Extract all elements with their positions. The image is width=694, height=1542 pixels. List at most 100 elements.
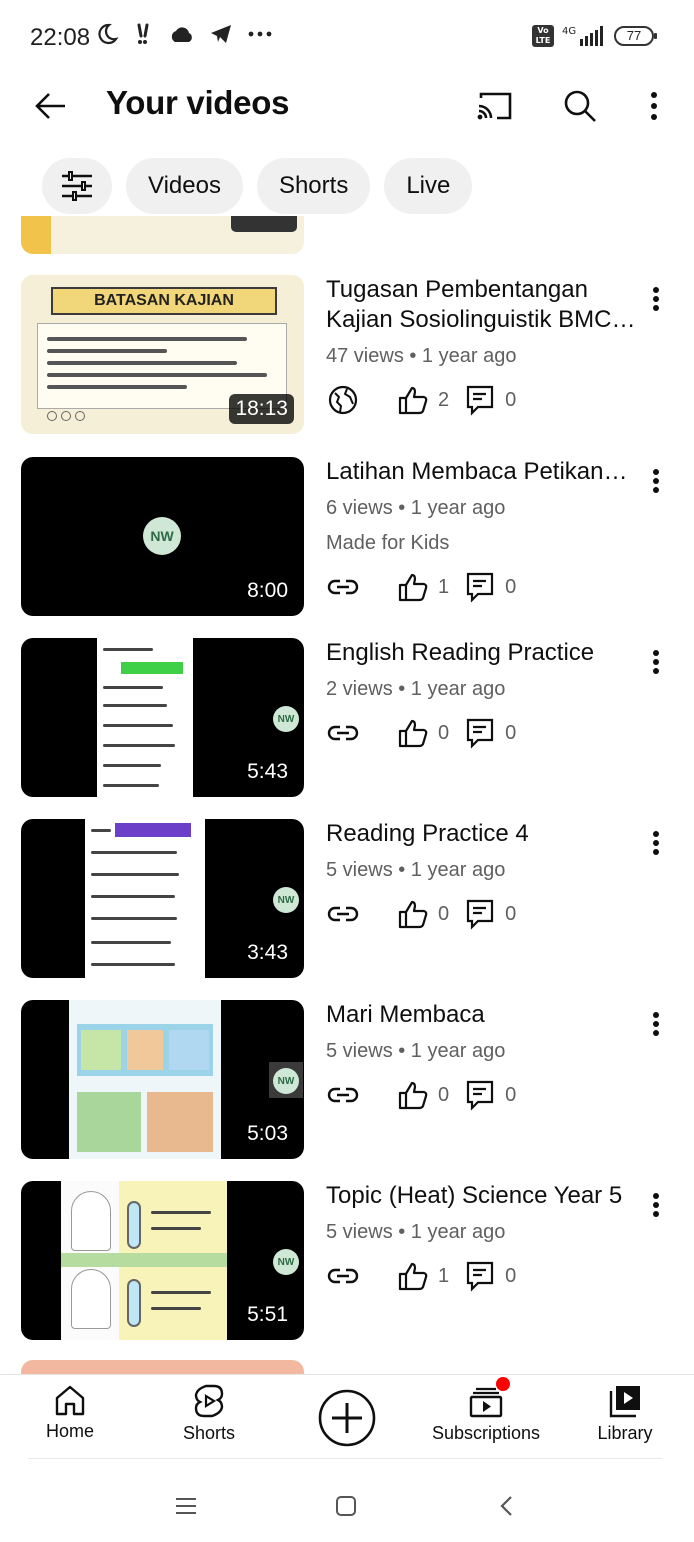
video-item[interactable]: NW 8:00 Latihan Membaca Petikan… 6 views… bbox=[0, 457, 694, 627]
video-item[interactable]: NW 5:43 English Reading Practice 2 views… bbox=[0, 638, 694, 798]
battery-icon: 77 bbox=[614, 26, 657, 46]
moon-icon bbox=[98, 23, 119, 45]
cast-icon bbox=[477, 92, 512, 120]
divider bbox=[28, 1458, 662, 1459]
comment-icon bbox=[463, 383, 497, 417]
video-duration: 5:43 bbox=[241, 757, 294, 787]
video-meta: 5 views • 1 year ago bbox=[326, 1221, 506, 1243]
telegram-icon bbox=[211, 25, 231, 43]
video-menu-button[interactable] bbox=[644, 279, 668, 319]
chip-videos[interactable]: Videos bbox=[126, 158, 243, 214]
filter-chips: Videos Shorts Live bbox=[42, 158, 473, 214]
nav-library[interactable]: Library bbox=[594, 1383, 656, 1444]
video-info: Latihan Membaca Petikan… 6 views • 1 yea… bbox=[326, 457, 646, 607]
video-title[interactable]: Reading Practice 4 bbox=[326, 819, 646, 849]
like-count: 2 bbox=[438, 388, 450, 411]
more-vert-icon bbox=[653, 469, 659, 493]
video-meta: 5 views • 1 year ago bbox=[326, 859, 506, 881]
made-for-kids-label: Made for Kids bbox=[326, 532, 450, 554]
video-item[interactable]: NW 5:51 Topic (Heat) Science Year 5 5 vi… bbox=[0, 1181, 694, 1341]
video-thumbnail[interactable]: NW 8:00 bbox=[21, 457, 304, 616]
video-item[interactable]: NW 5:03 Mari Membaca 5 views • 1 year ag… bbox=[0, 1000, 694, 1160]
chip-live[interactable]: Live bbox=[384, 158, 473, 214]
search-button[interactable] bbox=[556, 82, 604, 130]
more-options-button[interactable] bbox=[630, 82, 678, 130]
shorts-icon bbox=[194, 1384, 224, 1418]
comment-count: 0 bbox=[505, 1264, 517, 1287]
video-title[interactable]: Mari Membaca bbox=[326, 1000, 646, 1030]
nav-home[interactable]: Home bbox=[40, 1383, 100, 1442]
video-stats: 1 0 bbox=[326, 1256, 646, 1296]
filter-chip-settings[interactable] bbox=[42, 158, 112, 214]
nav-shorts[interactable]: Shorts bbox=[176, 1383, 242, 1444]
video-menu-button[interactable] bbox=[644, 461, 668, 501]
like-count: 0 bbox=[438, 902, 450, 925]
video-title[interactable]: Topic (Heat) Science Year 5 bbox=[326, 1181, 656, 1211]
home-icon bbox=[55, 1385, 85, 1416]
comment-count: 0 bbox=[505, 575, 517, 598]
menu-lines-icon bbox=[176, 1498, 196, 1514]
cloud-icon bbox=[171, 27, 192, 42]
video-thumbnail[interactable]: NW 5:03 bbox=[21, 1000, 304, 1159]
recent-apps-button[interactable] bbox=[166, 1486, 206, 1526]
thumbnail-illustration-art bbox=[69, 1000, 221, 1159]
video-duration: 3:43 bbox=[241, 938, 294, 968]
unlisted-link-icon bbox=[326, 897, 360, 931]
svg-text:4G: 4G bbox=[562, 26, 576, 37]
library-icon bbox=[609, 1386, 640, 1418]
video-info: English Reading Practice 2 views • 1 yea… bbox=[326, 638, 646, 753]
comment-count: 0 bbox=[505, 902, 517, 925]
unlisted-link-icon bbox=[326, 570, 360, 604]
bottom-navigation: Home Shorts Subscriptions Library bbox=[0, 1374, 694, 1460]
back-button[interactable] bbox=[26, 82, 74, 130]
like-icon bbox=[396, 716, 430, 750]
like-icon bbox=[396, 1078, 430, 1112]
nav-home-label: Home bbox=[45, 1421, 94, 1441]
video-thumbnail[interactable]: NW 5:51 bbox=[21, 1181, 304, 1340]
video-menu-button[interactable] bbox=[644, 823, 668, 863]
video-title[interactable]: English Reading Practice bbox=[326, 638, 646, 668]
video-info: Reading Practice 4 5 views • 1 year ago … bbox=[326, 819, 646, 934]
video-menu-button[interactable] bbox=[644, 642, 668, 682]
thumbnail-science-art bbox=[61, 1181, 227, 1340]
home-system-button[interactable] bbox=[326, 1486, 366, 1526]
more-vert-icon bbox=[653, 1193, 659, 1217]
filter-sliders-icon bbox=[62, 171, 92, 201]
notification-dot bbox=[496, 1377, 510, 1391]
nav-subscriptions[interactable]: Subscriptions bbox=[428, 1377, 544, 1444]
more-vert-icon bbox=[651, 92, 657, 120]
signal-icon: 4G bbox=[562, 26, 603, 46]
video-stats: 2 0 bbox=[326, 380, 646, 420]
cast-button[interactable] bbox=[470, 82, 518, 130]
video-list: BATASAN KAJIAN 18:13 Tugasan Pembentanga… bbox=[0, 216, 694, 1376]
chip-shorts[interactable]: Shorts bbox=[256, 158, 371, 214]
nav-subscriptions-label: Subscriptions bbox=[431, 1423, 541, 1443]
video-duration: 8:00 bbox=[241, 576, 294, 606]
video-menu-button[interactable] bbox=[644, 1185, 668, 1225]
system-navigation-bar bbox=[0, 1470, 694, 1542]
more-horizontal-icon bbox=[248, 31, 272, 37]
video-thumbnail[interactable]: NW 5:43 bbox=[21, 638, 304, 797]
video-meta: 6 views • 1 year ago bbox=[326, 497, 506, 519]
video-title[interactable]: Latihan Membaca Petikan… bbox=[326, 457, 646, 487]
create-button[interactable] bbox=[318, 1389, 376, 1447]
video-stats: 0 0 bbox=[326, 894, 646, 934]
video-stats: 1 0 bbox=[326, 567, 646, 607]
status-bar: 22:08 Vo LTE 4G 77 bbox=[0, 0, 694, 78]
like-icon bbox=[396, 897, 430, 931]
video-thumbnail[interactable]: BATASAN KAJIAN 18:13 bbox=[21, 275, 304, 434]
more-vert-icon bbox=[653, 287, 659, 311]
video-item[interactable]: BATASAN KAJIAN 18:13 Tugasan Pembentanga… bbox=[0, 275, 694, 435]
like-count: 1 bbox=[438, 575, 450, 598]
back-system-button[interactable] bbox=[486, 1486, 526, 1526]
video-item[interactable]: NW 3:43 Reading Practice 4 5 views • 1 y… bbox=[0, 819, 694, 979]
video-info: Mari Membaca 5 views • 1 year ago 0 0 bbox=[326, 1000, 646, 1115]
add-circle-icon bbox=[318, 1389, 376, 1447]
video-menu-button[interactable] bbox=[644, 1004, 668, 1044]
video-title[interactable]: Tugasan Pembentangan Kajian Sosiolinguis… bbox=[326, 275, 646, 335]
status-time: 22:08 bbox=[30, 24, 91, 51]
back-arrow-icon bbox=[35, 93, 65, 119]
channel-watermark: NW bbox=[273, 1249, 299, 1275]
chevron-left-icon bbox=[500, 1496, 512, 1516]
video-thumbnail[interactable]: NW 3:43 bbox=[21, 819, 304, 978]
